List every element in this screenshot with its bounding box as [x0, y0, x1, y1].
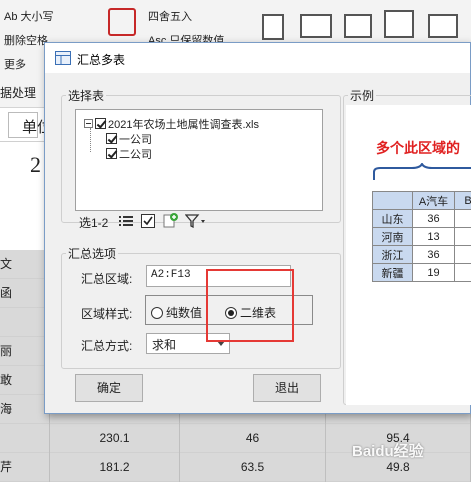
example-cell: 新疆: [372, 263, 413, 282]
dialog-title: 汇总多表: [77, 53, 126, 67]
dialog-titlebar[interactable]: 汇总多表: [45, 43, 470, 73]
checkbox-root[interactable]: [95, 118, 106, 129]
example-table: A汽车 B 山东 36 河南 13 浙江 36 新疆 19: [372, 191, 471, 282]
table-cell[interactable]: 丽: [0, 337, 50, 366]
example-cell: 36: [412, 245, 455, 264]
example-header-cell: [372, 191, 413, 210]
example-caption: 多个此区域的: [376, 140, 460, 156]
highlight-box: [206, 269, 294, 342]
case-button[interactable]: Ab 大小写: [4, 8, 54, 24]
style-label: 区域样式:: [81, 307, 133, 321]
checkbox-child-2[interactable]: [106, 148, 117, 159]
selected-count: 选1-2: [79, 216, 109, 230]
example-cell: 36: [412, 209, 455, 228]
options-legend: 汇总选项: [68, 247, 117, 261]
example-cell: 19: [412, 263, 455, 282]
table-tree[interactable]: 2021年农场土地属性调查表.xls 一公司 二公司: [75, 109, 323, 211]
example-cell: 13: [412, 227, 455, 246]
table-cell[interactable]: 敢: [0, 366, 50, 395]
method-value: 求和: [152, 338, 177, 352]
tree-root-label: 2021年农场土地属性调查表.xls: [108, 119, 259, 131]
group-label: 据处理: [0, 86, 37, 100]
tree-child[interactable]: 二公司: [106, 146, 152, 162]
add-file-icon[interactable]: [163, 212, 179, 228]
radio-circle[interactable]: [151, 307, 163, 319]
radio-plain-label: 纯数值: [166, 306, 203, 320]
check-all-icon[interactable]: [141, 214, 155, 228]
exit-button[interactable]: 退出: [253, 374, 321, 402]
function-icon[interactable]: [108, 8, 136, 36]
example-row: 浙江 36: [372, 245, 471, 264]
delete-table-icon[interactable]: [344, 14, 372, 38]
table-icon[interactable]: [300, 14, 332, 38]
select-table-legend: 选择表: [68, 89, 105, 103]
title-number: 2: [30, 152, 41, 177]
example-row: 河南 13: [372, 227, 471, 246]
example-cell: [454, 263, 471, 282]
range-label: 汇总区域:: [81, 272, 133, 286]
collapse-icon[interactable]: [84, 119, 93, 128]
more-button[interactable]: 更多: [4, 56, 26, 72]
checkbox-child-1[interactable]: [106, 133, 117, 144]
example-row: 山东 36: [372, 209, 471, 228]
delete-spaces-button[interactable]: 删除空格: [4, 32, 48, 48]
example-cell: [454, 209, 471, 228]
tree-connector: [90, 128, 91, 152]
summary-dialog: 汇总多表 选择表 2021年农场土地属性调查表.xls 一公司 二公司 选1-2: [44, 42, 471, 414]
table-cell[interactable]: [0, 308, 50, 337]
example-header-cell: B: [454, 191, 471, 210]
table-cell[interactable]: 230.1: [50, 424, 180, 453]
tree-child[interactable]: 一公司: [106, 131, 152, 147]
clipboard-icon[interactable]: [262, 14, 284, 40]
radio-plain-values[interactable]: 纯数值: [151, 304, 202, 321]
table-cell[interactable]: 文: [0, 250, 50, 279]
search-table-icon[interactable]: [428, 14, 458, 38]
table-cell[interactable]: [0, 424, 50, 453]
app-icon: [55, 51, 71, 65]
filter-icon[interactable]: [185, 214, 207, 228]
table-cell[interactable]: 46: [180, 424, 326, 453]
table-cell[interactable]: 63.5: [180, 453, 326, 482]
table-cell[interactable]: 海: [0, 395, 50, 424]
example-cell: 浙江: [372, 245, 413, 264]
example-cell: 山东: [372, 209, 413, 228]
example-legend: 示例: [350, 89, 375, 103]
example-cell: [454, 245, 471, 264]
list-icon[interactable]: [119, 215, 133, 227]
table-cell[interactable]: 芹: [0, 453, 50, 482]
example-header-row: A汽车 B: [372, 191, 471, 210]
tree-child-label: 二公司: [119, 149, 152, 161]
round-button[interactable]: 四舍五入: [148, 8, 192, 24]
example-cell: 河南: [372, 227, 413, 246]
example-row: 新疆 19: [372, 263, 471, 282]
tree-root[interactable]: 2021年农场土地属性调查表.xls: [84, 116, 259, 132]
grid-icon[interactable]: [384, 10, 414, 38]
table-cell[interactable]: 函: [0, 279, 50, 308]
tree-child-label: 一公司: [119, 134, 152, 146]
table-cell[interactable]: 181.2: [50, 453, 180, 482]
example-header-cell: A汽车: [412, 191, 455, 210]
example-panel: 多个此区域的 A汽车 B 山东 36 河南 13 浙江 36 新疆 19: [346, 105, 471, 405]
brace-icon: [373, 163, 471, 180]
method-label: 汇总方式:: [81, 339, 133, 353]
watermark: Baidu经验: [352, 443, 424, 460]
example-cell: [454, 227, 471, 246]
ok-button[interactable]: 确定: [75, 374, 143, 402]
